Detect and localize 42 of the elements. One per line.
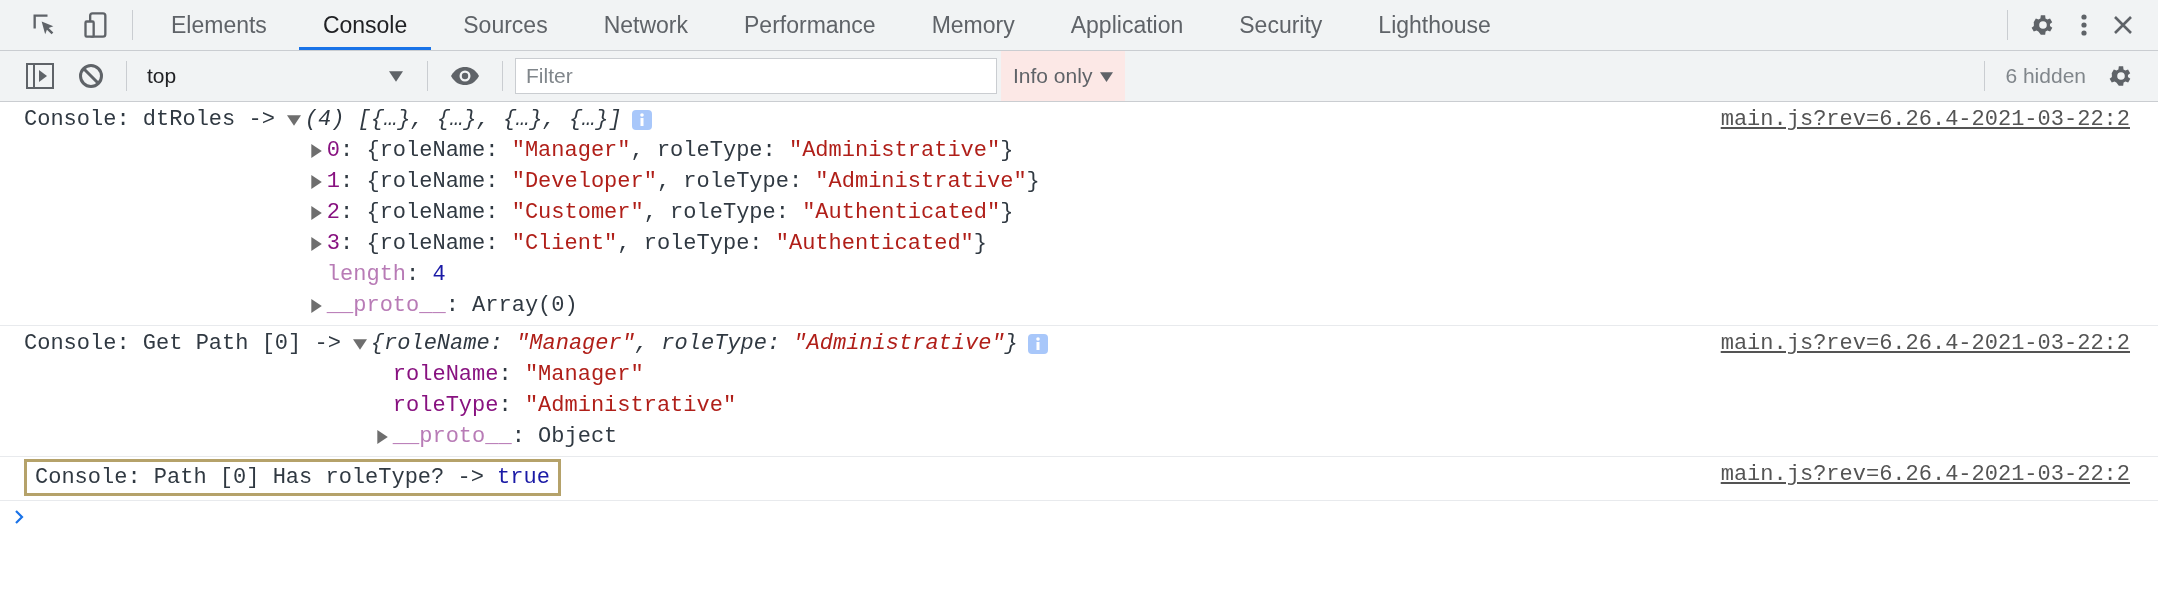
expand-toggle-icon[interactable] bbox=[308, 298, 323, 313]
panel-tab[interactable]: Application bbox=[1046, 0, 1208, 50]
info-icon bbox=[1027, 333, 1048, 354]
context-selector[interactable]: top bbox=[137, 51, 417, 101]
log-label: Console: Get Path [0] -> bbox=[24, 330, 341, 358]
panel-tab[interactable]: Security bbox=[1215, 0, 1347, 50]
hidden-count: 6 hidden bbox=[2004, 64, 2087, 88]
property-text: roleType: "Administrative" bbox=[392, 392, 737, 420]
panel-tab[interactable]: Lighthouse bbox=[1354, 0, 1515, 50]
source-link[interactable]: main.js?rev=6.26.4-2021-03-22:2 bbox=[1720, 104, 2130, 135]
expand-toggle-icon[interactable] bbox=[352, 336, 367, 351]
caret-icon bbox=[1100, 69, 1114, 83]
panel-tab[interactable]: Performance bbox=[720, 0, 900, 50]
panel-tab[interactable]: Network bbox=[579, 0, 712, 50]
property-text: 2: {roleName: "Customer", roleType: "Authenticated"} bbox=[326, 199, 1014, 227]
property-text: length: 4 bbox=[326, 261, 446, 289]
property-text: 3: {roleName: "Client", roleType: "Authenticated"} bbox=[326, 230, 987, 258]
expand-toggle-icon[interactable] bbox=[286, 112, 301, 127]
source-link[interactable]: main.js?rev=6.26.4-2021-03-22:2 bbox=[1720, 328, 2130, 359]
property-text: roleName: "Manager" bbox=[392, 361, 644, 389]
property-text: __proto__: Array(0) bbox=[326, 292, 578, 320]
panel-tab[interactable]: Elements bbox=[147, 0, 291, 50]
info-icon bbox=[631, 109, 652, 130]
prompt-chevron-icon bbox=[14, 509, 24, 525]
expand-toggle-icon[interactable] bbox=[308, 143, 323, 158]
source-link[interactable]: main.js?rev=6.26.4-2021-03-22:2 bbox=[1720, 459, 2130, 490]
expand-toggle-icon[interactable] bbox=[308, 205, 323, 220]
expand-toggle-icon[interactable] bbox=[308, 174, 323, 189]
property-text: __proto__: Object bbox=[392, 423, 618, 451]
property-text: 0: {roleName: "Manager", roleType: "Administrative"} bbox=[326, 137, 1014, 165]
expand-toggle-icon[interactable] bbox=[308, 236, 323, 251]
panel-tab[interactable]: Memory bbox=[907, 0, 1039, 50]
object-summary: (4) [{…}, {…}, {…}, {…}] bbox=[304, 106, 622, 134]
log-text: Console: Path [0] Has roleType? -> true bbox=[35, 464, 550, 492]
property-text: 1: {roleName: "Developer", roleType: "Administrative"} bbox=[326, 168, 1040, 196]
panel-tab[interactable]: Sources bbox=[439, 0, 572, 50]
expand-toggle-icon[interactable] bbox=[374, 429, 389, 444]
log-levels-dropdown[interactable]: Info only bbox=[1001, 51, 1126, 101]
object-summary: {roleName: "Manager", roleType: "Administrative"} bbox=[370, 330, 1018, 358]
caret-icon bbox=[389, 69, 403, 83]
filter-field[interactable]: Filter bbox=[515, 58, 997, 94]
log-label: Console: dtRoles -> bbox=[24, 106, 275, 134]
